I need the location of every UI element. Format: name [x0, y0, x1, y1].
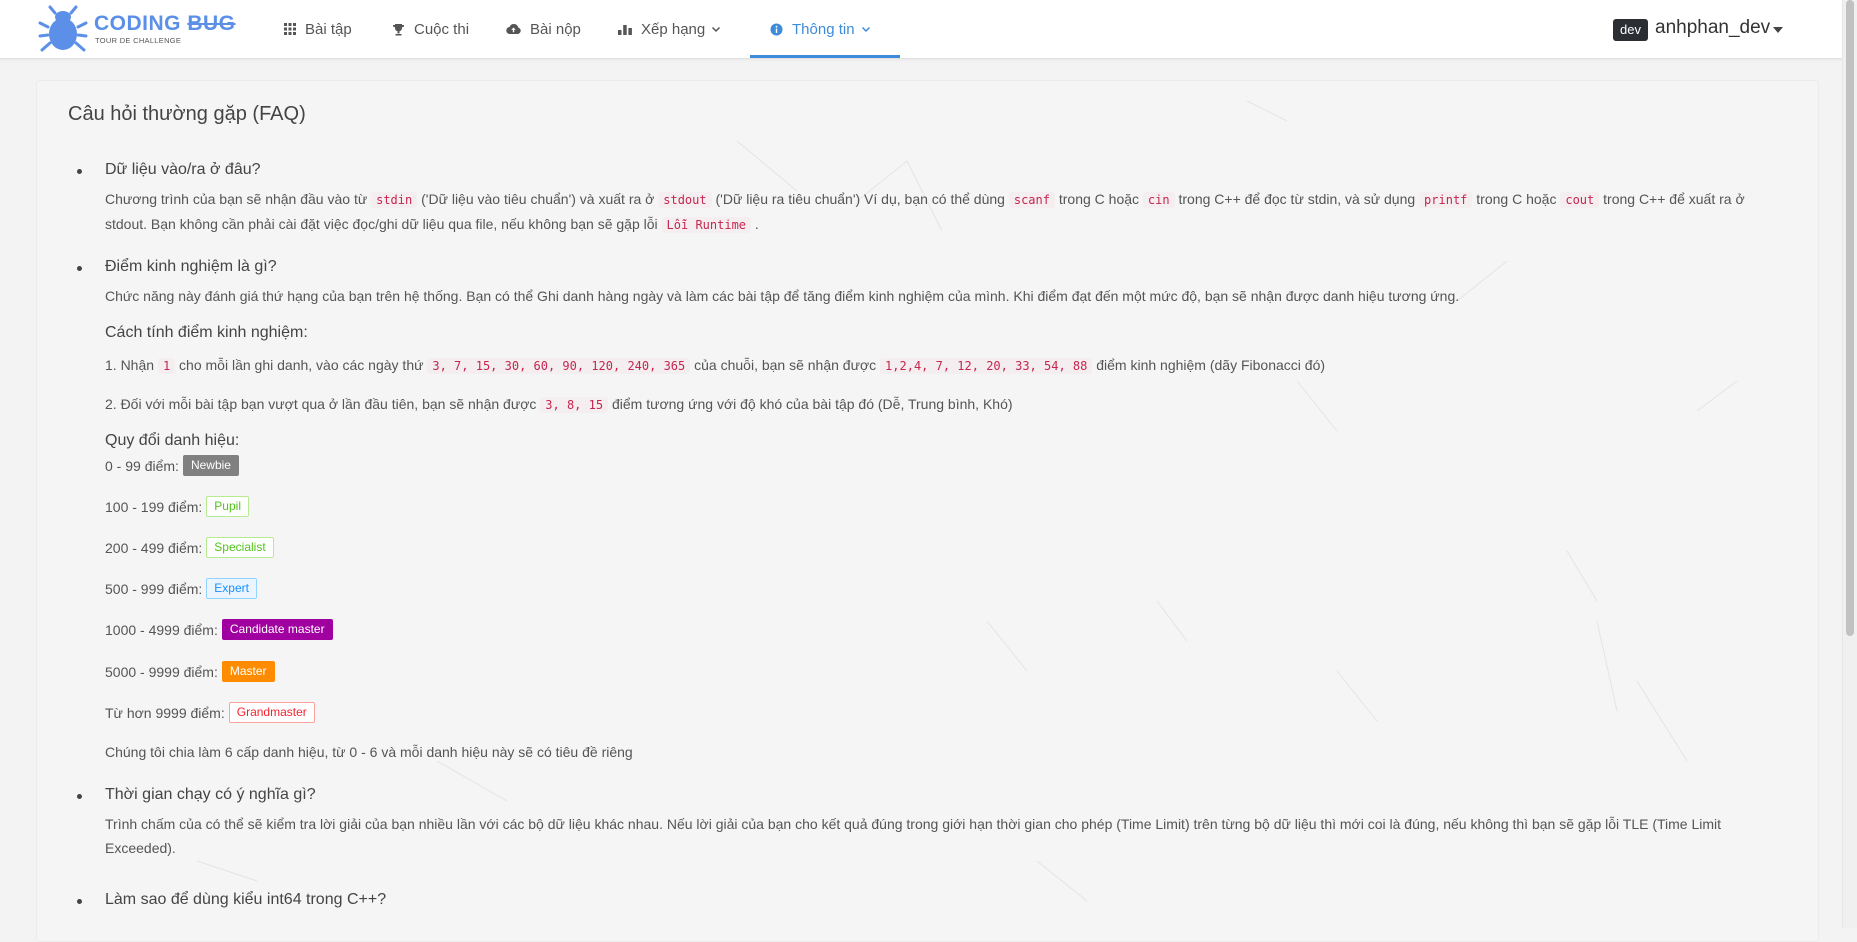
rank-badge-candidate-master: Candidate master	[221, 619, 333, 640]
code-printf: printf	[1419, 192, 1473, 208]
faq-question: Làm sao để dùng kiểu int64 trong C++?	[105, 891, 387, 908]
nav-label: Cuộc thi	[414, 20, 470, 38]
nav-item-cuoc-thi[interactable]: Cuộc thi	[392, 0, 469, 58]
rank-row-expert: 500 - 999 điểm: Expert	[105, 578, 257, 599]
bullet	[77, 169, 82, 174]
code-value: 1	[157, 358, 176, 374]
code-cin: cin	[1142, 192, 1175, 208]
rank-convert-heading: Quy đổi danh hiệu:	[105, 432, 240, 449]
grid-icon	[284, 23, 296, 35]
bar-chart-icon	[618, 25, 632, 35]
rank-badge-grandmaster: Grandmaster	[228, 702, 315, 723]
rank-note: Chúng tôi chia làm 6 cấp danh hiệu, từ 0…	[105, 744, 633, 760]
scrollbar-thumb[interactable]	[1846, 0, 1854, 636]
logo-subtitle: TOUR DE CHALLENGE	[95, 36, 182, 45]
bullet	[77, 899, 82, 904]
info-icon	[770, 23, 783, 35]
nav-item-xep-hang[interactable]: Xếp hạng	[618, 0, 721, 58]
page-scrollbar[interactable]	[1842, 0, 1857, 928]
code-runtime-error: Lỗi Runtime	[661, 217, 752, 233]
chevron-down-icon	[861, 26, 870, 33]
top-navbar: CODING BUG TOUR DE CHALLENGE Bài tập Cuộ…	[0, 0, 1843, 59]
user-role-badge: dev	[1613, 19, 1648, 41]
nav-label: Thông tin	[792, 20, 855, 38]
rank-badge-newbie: Newbie	[182, 455, 239, 476]
exp-calc-heading: Cách tính điểm kinh nghiệm:	[105, 324, 308, 341]
code-stdin: stdin	[371, 192, 418, 208]
logo-title: CODING BUG	[94, 12, 236, 35]
code-streak-days: 3, 7, 15, 30, 60, 90, 120, 240, 365	[427, 358, 691, 374]
faq-question: Thời gian chạy có ý nghĩa gì?	[105, 786, 316, 803]
rank-row-master: 5000 - 9999 điểm: Master	[105, 661, 275, 682]
code-difficulty-points: 3, 8, 15	[540, 397, 609, 413]
bug-logo-icon	[38, 5, 88, 52]
nav-item-bai-nop[interactable]: Bài nộp	[506, 0, 581, 58]
user-menu[interactable]: anhphan_dev	[1655, 17, 1770, 39]
nav-item-thong-tin[interactable]: Thông tin	[770, 0, 871, 58]
active-tab-indicator	[750, 55, 900, 58]
bullet	[77, 794, 82, 799]
code-streak-points: 1,2,4, 7, 12, 20, 33, 54, 88	[880, 358, 1093, 374]
page-title: Câu hỏi thường gặp (FAQ)	[68, 103, 306, 125]
code-stdout: stdout	[658, 192, 712, 208]
exp-rule-2: 2. Đối với mỗi bài tập bạn vượt qua ở lầ…	[105, 396, 1013, 413]
nav-item-bai-tap[interactable]: Bài tập	[284, 0, 352, 58]
rank-row-newbie: 0 - 99 điểm: Newbie	[105, 455, 239, 476]
faq-answer: Chương trình của bạn sẽ nhận đầu vào từ …	[105, 191, 1745, 233]
cloud-upload-icon	[506, 24, 521, 35]
rank-badge-pupil: Pupil	[206, 496, 249, 517]
faq-question: Dữ liệu vào/ra ở đâu?	[105, 161, 261, 178]
nav-label: Bài nộp	[530, 20, 581, 38]
faq-card: Câu hỏi thường gặp (FAQ) Dữ liệu vào/ra …	[36, 80, 1819, 942]
faq-answer: Chức năng này đánh giá thứ hạng của bạn …	[105, 288, 1460, 304]
nav-label: Xếp hạng	[641, 20, 706, 38]
caret-down-icon[interactable]	[1773, 27, 1783, 33]
code-cout: cout	[1560, 192, 1600, 208]
chevron-down-icon	[712, 26, 721, 33]
nav-label: Bài tập	[305, 20, 352, 38]
rank-row-candidate-master: 1000 - 4999 điểm: Candidate master	[105, 619, 333, 640]
faq-answer: Trình chấm của có thể sẽ kiểm tra lời gi…	[105, 816, 1722, 856]
rank-row-grandmaster: Từ hơn 9999 điểm: Grandmaster	[105, 702, 315, 723]
rank-row-pupil: 100 - 199 điểm: Pupil	[105, 496, 249, 517]
rank-badge-master: Master	[221, 661, 275, 682]
code-scanf: scanf	[1008, 192, 1055, 208]
rank-badge-specialist: Specialist	[206, 537, 274, 558]
exp-rule-1: 1. Nhận 1 cho mỗi lần ghi danh, vào các …	[105, 357, 1326, 374]
faq-question: Điểm kinh nghiệm là gì?	[105, 258, 277, 275]
bullet	[77, 266, 82, 271]
coding-bug-logo[interactable]: CODING BUG TOUR DE CHALLENGE	[38, 5, 235, 53]
rank-row-specialist: 200 - 499 điểm: Specialist	[105, 537, 274, 558]
trophy-icon	[393, 23, 404, 35]
rank-badge-expert: Expert	[206, 578, 257, 599]
